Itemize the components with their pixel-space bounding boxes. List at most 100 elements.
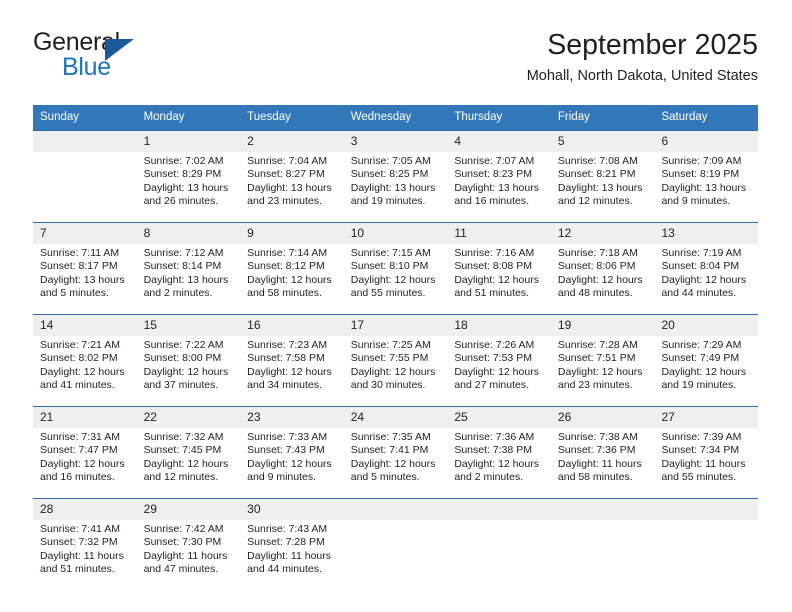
daylight-line-cont: and 51 minutes. — [40, 563, 115, 576]
daylight-line-cont: and 9 minutes. — [661, 195, 731, 208]
daylight-line-cont: and 55 minutes. — [661, 471, 737, 484]
day-cell[interactable]: Sunrise: 7:22 AM Sunset: 8:00 PM Dayligh… — [137, 336, 241, 406]
day-cell[interactable]: Sunrise: 7:21 AM Sunset: 8:02 PM Dayligh… — [33, 336, 137, 406]
sunrise-line: Sunrise: 7:39 AM — [661, 431, 742, 443]
day-cell[interactable]: Sunrise: 7:14 AM Sunset: 8:12 PM Dayligh… — [240, 244, 344, 314]
day-cell[interactable]: Sunrise: 7:31 AM Sunset: 7:47 PM Dayligh… — [33, 428, 137, 498]
daylight-line-cont: and 58 minutes. — [247, 287, 322, 300]
day-number: 17 — [350, 318, 365, 332]
daylight-line: Daylight: 12 hours — [247, 273, 332, 286]
day-cell[interactable]: Sunrise: 7:19 AM Sunset: 8:04 PM Dayligh… — [654, 244, 758, 314]
day-cell[interactable]: Sunrise: 7:28 AM Sunset: 7:51 PM Dayligh… — [551, 336, 655, 406]
day-cell[interactable]: Sunrise: 7:29 AM Sunset: 7:49 PM Dayligh… — [654, 336, 758, 406]
daylight-line: Daylight: 13 hours — [143, 181, 229, 194]
day-cell[interactable]: Sunrise: 7:35 AM Sunset: 7:41 PM Dayligh… — [344, 428, 448, 498]
day-cell[interactable] — [551, 520, 655, 590]
day-cell[interactable]: Sunrise: 7:05 AM Sunset: 8:25 PM Dayligh… — [344, 152, 448, 222]
day-cell[interactable]: Sunrise: 7:33 AM Sunset: 7:43 PM Dayligh… — [240, 428, 344, 498]
day-cell[interactable] — [654, 520, 758, 590]
daylight-line: Daylight: 13 hours — [661, 181, 747, 194]
weekday-header-wednesday: Wednesday — [350, 111, 412, 123]
weekday-header-friday: Friday — [557, 111, 590, 123]
day-number: 16 — [247, 318, 261, 332]
week-row: 21 22 23 24 25 26 27 Sunrise: 7:31 AM Su… — [33, 406, 758, 498]
day-cell[interactable] — [447, 520, 551, 590]
daylight-line-cont: and 23 minutes. — [247, 195, 322, 208]
day-cell[interactable]: Sunrise: 7:41 AM Sunset: 7:32 PM Dayligh… — [33, 520, 137, 590]
day-number-band: 7 8 9 10 11 12 13 — [33, 223, 758, 244]
daylight-line-cont: and 34 minutes. — [247, 379, 322, 392]
day-cell[interactable]: Sunrise: 7:12 AM Sunset: 8:14 PM Dayligh… — [137, 244, 241, 314]
sunrise-line: Sunrise: 7:38 AM — [557, 431, 638, 443]
day-cell[interactable]: Sunrise: 7:43 AM Sunset: 7:28 PM Dayligh… — [240, 520, 344, 590]
day-cell[interactable]: Sunrise: 7:07 AM Sunset: 8:23 PM Dayligh… — [447, 152, 551, 222]
day-cell[interactable]: Sunrise: 7:26 AM Sunset: 7:53 PM Dayligh… — [447, 336, 551, 406]
sunset-line: Sunset: 8:02 PM — [40, 352, 118, 365]
sunrise-line: Sunrise: 7:16 AM — [454, 247, 535, 259]
day-cell[interactable]: Sunrise: 7:09 AM Sunset: 8:19 PM Dayligh… — [654, 152, 758, 222]
day-number: 7 — [40, 226, 47, 240]
day-number: 2 — [247, 134, 254, 148]
day-number: 19 — [557, 318, 572, 332]
sunset-line: Sunset: 7:47 PM — [40, 444, 118, 457]
day-cell[interactable]: Sunrise: 7:42 AM Sunset: 7:30 PM Dayligh… — [137, 520, 241, 590]
daylight-line: Daylight: 12 hours — [247, 457, 332, 470]
daylight-line-cont: and 51 minutes. — [454, 287, 530, 300]
day-number: 26 — [557, 410, 572, 424]
sunset-line: Sunset: 7:53 PM — [454, 352, 532, 365]
day-cell[interactable]: Sunrise: 7:23 AM Sunset: 7:58 PM Dayligh… — [240, 336, 344, 406]
day-detail-row: Sunrise: 7:41 AM Sunset: 7:32 PM Dayligh… — [33, 520, 758, 590]
day-cell[interactable]: Sunrise: 7:36 AM Sunset: 7:38 PM Dayligh… — [447, 428, 551, 498]
day-number: 30 — [247, 502, 261, 516]
day-cell[interactable]: Sunrise: 7:08 AM Sunset: 8:21 PM Dayligh… — [551, 152, 655, 222]
calendar-page: General Blue September 2025 Mohall, Nort… — [0, 0, 792, 612]
day-cell[interactable]: Sunrise: 7:11 AM Sunset: 8:17 PM Dayligh… — [33, 244, 137, 314]
day-cell[interactable]: Sunrise: 7:04 AM Sunset: 8:27 PM Dayligh… — [240, 152, 344, 222]
sunset-line: Sunset: 7:38 PM — [454, 444, 532, 457]
day-cell[interactable]: Sunrise: 7:16 AM Sunset: 8:08 PM Dayligh… — [447, 244, 551, 314]
daylight-line: Daylight: 12 hours — [350, 365, 436, 378]
day-cell[interactable] — [33, 152, 137, 222]
day-cell[interactable]: Sunrise: 7:38 AM Sunset: 7:36 PM Dayligh… — [551, 428, 655, 498]
sunrise-line: Sunrise: 7:28 AM — [557, 339, 638, 351]
day-number — [551, 499, 655, 520]
daylight-line-cont: and 47 minutes. — [143, 563, 219, 576]
sunrise-line: Sunrise: 7:35 AM — [350, 431, 431, 443]
sunrise-line: Sunrise: 7:33 AM — [247, 431, 328, 443]
general-blue-logo[interactable]: General Blue — [33, 28, 263, 90]
sunset-line: Sunset: 7:28 PM — [247, 536, 325, 549]
daylight-line-cont: and 27 minutes. — [454, 379, 530, 392]
day-detail-row: Sunrise: 7:02 AM Sunset: 8:29 PM Dayligh… — [33, 152, 758, 222]
sunset-line: Sunset: 8:25 PM — [350, 168, 429, 181]
weekday-header-tuesday: Tuesday — [247, 111, 291, 123]
sunrise-line: Sunrise: 7:11 AM — [40, 247, 120, 259]
day-cell[interactable]: Sunrise: 7:02 AM Sunset: 8:29 PM Dayligh… — [137, 152, 241, 222]
daylight-line-cont: and 19 minutes. — [350, 195, 426, 208]
daylight-line: Daylight: 12 hours — [454, 457, 539, 470]
day-cell[interactable]: Sunrise: 7:39 AM Sunset: 7:34 PM Dayligh… — [654, 428, 758, 498]
sunset-line: Sunset: 8:08 PM — [454, 260, 532, 273]
daylight-line: Daylight: 12 hours — [661, 365, 747, 378]
daylight-line-cont: and 16 minutes. — [40, 471, 115, 484]
daylight-line: Daylight: 11 hours — [557, 457, 642, 470]
day-cell[interactable] — [344, 520, 448, 590]
page-header: General Blue September 2025 Mohall, Nort… — [33, 28, 758, 96]
day-number: 27 — [661, 410, 675, 424]
daylight-line-cont: and 2 minutes. — [454, 471, 524, 484]
daylight-line: Daylight: 13 hours — [557, 181, 643, 194]
day-number: 13 — [661, 226, 675, 240]
sunrise-line: Sunrise: 7:43 AM — [247, 523, 328, 535]
sunrise-line: Sunrise: 7:02 AM — [143, 155, 224, 167]
daylight-line-cont: and 30 minutes. — [350, 379, 426, 392]
day-cell[interactable]: Sunrise: 7:32 AM Sunset: 7:45 PM Dayligh… — [137, 428, 241, 498]
sunset-line: Sunset: 8:10 PM — [350, 260, 429, 273]
daylight-line-cont: and 41 minutes. — [40, 379, 115, 392]
calendar-grid: Sunday Monday Tuesday Wednesday Thursday… — [33, 105, 758, 590]
day-cell[interactable]: Sunrise: 7:18 AM Sunset: 8:06 PM Dayligh… — [551, 244, 655, 314]
sunset-line: Sunset: 8:21 PM — [557, 168, 636, 181]
day-number: 24 — [350, 410, 365, 424]
daylight-line: Daylight: 12 hours — [40, 365, 125, 378]
day-cell[interactable]: Sunrise: 7:15 AM Sunset: 8:10 PM Dayligh… — [344, 244, 448, 314]
daylight-line: Daylight: 13 hours — [143, 273, 229, 286]
day-cell[interactable]: Sunrise: 7:25 AM Sunset: 7:55 PM Dayligh… — [344, 336, 448, 406]
